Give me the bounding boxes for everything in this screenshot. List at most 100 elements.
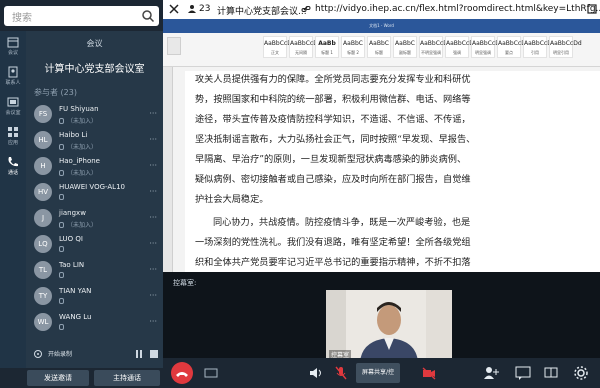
rail-item-rooms[interactable]: 会议室 [0, 93, 26, 121]
participant-status [59, 272, 67, 279]
more-options-icon[interactable]: ··· [149, 317, 157, 326]
mic-muted-icon [59, 222, 64, 228]
video-tile[interactable]: 控幕室 [326, 290, 452, 362]
close-icon[interactable] [169, 4, 179, 14]
room-name: 计算中心党支部会议室 [44, 64, 145, 75]
more-options-icon[interactable]: ··· [149, 239, 157, 248]
rail-item-apps[interactable]: 应用 [0, 123, 26, 151]
send-invite-button[interactable]: 发送邀请 [27, 370, 89, 386]
participant-row[interactable]: TY TIAN YAN ··· [26, 285, 163, 311]
avatar: FS [34, 105, 52, 123]
participant-count: 参与者 (23) [34, 88, 77, 97]
rail-item-meetings[interactable]: 会议 [0, 33, 26, 61]
word-ribbon: AaBbCcDd 正文 AaBbCcDd 无间隔 AaBb 标题 1 AaBbC 标题 … [163, 33, 600, 67]
url-label: http://vidyo.ihep.ac.cn/flex.html?roomdi… [315, 4, 600, 14]
host-call-button[interactable]: 主持通话 [94, 370, 160, 386]
mic-muted-icon [59, 170, 64, 176]
stop-icon[interactable] [150, 350, 158, 358]
video-area: 控幕室: 控幕室 [163, 272, 600, 362]
participant-status: （未加入） [59, 220, 97, 229]
document-page[interactable]: 攻关人员提供强有力的保障。全所党员同志要充分发挥专业和科研优 势，按照国家和中科… [185, 71, 600, 272]
participant-status: （未加入） [59, 168, 97, 177]
vertical-ruler [163, 67, 173, 272]
more-options-icon[interactable]: ··· [149, 109, 157, 118]
participant-row[interactable]: H Hao_iPhone （未加入） ··· [26, 155, 163, 181]
participant-row[interactable]: WL WANG Lu ··· [26, 311, 163, 337]
doc-line: 势，按照国家和中科院的统一部署，积极利用微信群、电话、网络等 [195, 94, 471, 105]
more-options-icon[interactable]: ··· [149, 291, 157, 300]
style-heading-1[interactable]: AaBb 标题 1 [315, 36, 339, 58]
more-options-icon[interactable]: ··· [149, 265, 157, 274]
style-no-spacing[interactable]: AaBbCcDd 无间隔 [289, 36, 322, 58]
more-options-icon[interactable]: ··· [149, 213, 157, 222]
style-quote[interactable]: AaBbCcDd 引用 [523, 36, 556, 58]
participant-row[interactable]: TL Tao LIN ··· [26, 259, 163, 285]
rail-label: 应用 [7, 140, 18, 146]
hang-up-icon [176, 372, 188, 377]
rail-label: 联系人 [5, 80, 21, 86]
link-icon [301, 6, 311, 12]
participant-status [59, 246, 67, 253]
title-bar: 23 计算中心党支部会议... http://vidyo.ihep.ac.cn/… [163, 0, 600, 19]
style-subtitle[interactable]: AaBbC 副标题 [393, 36, 417, 58]
record-icon[interactable] [34, 350, 42, 358]
participant-row[interactable]: FS FU Shiyuan （未加入） ··· [26, 103, 163, 129]
doc-line: 坚决抵制谣言散布，大力弘扬社会正气，同时按照“早发现、早报告、 [195, 134, 476, 145]
more-options-icon[interactable]: ··· [149, 161, 157, 170]
window-title: 计算中心党支部会议... [217, 7, 307, 17]
search-icon[interactable] [141, 9, 155, 23]
participant-panel: 会议 计算中心党支部会议室 参与者 (23) FS FU Shiyuan （未加… [26, 31, 163, 368]
participant-row[interactable]: HL Haibo Li （未加入） ··· [26, 129, 163, 155]
style-heading-2[interactable]: AaBbC 标题 2 [341, 36, 365, 58]
shared-word-document: 文档1 - Word AaBbCcDd 正文 AaBbCcDd 无间隔 AaBb 标题… [163, 19, 600, 272]
doc-line: 护社会大局稳定。 [195, 194, 269, 205]
style-intense-quote[interactable]: AaBbCcDd 明显引用 [549, 36, 582, 58]
participant-row[interactable]: HV HUAWEI VOG-AL10 ··· [26, 181, 163, 207]
style-normal[interactable]: AaBbCcDd 正文 [263, 36, 296, 58]
pause-icon[interactable] [136, 350, 142, 358]
maximize-icon[interactable] [587, 4, 597, 14]
rail-item-contacts[interactable]: 联系人 [0, 63, 26, 91]
participant-name: TIAN YAN [59, 287, 92, 295]
paste-icon[interactable] [167, 37, 181, 55]
participant-count-badge: 23 [199, 4, 211, 14]
apps-icon [8, 127, 18, 137]
mic-muted-icon[interactable] [333, 365, 349, 381]
start-recording-label[interactable]: 开始录制 [48, 349, 72, 358]
rectangle-icon[interactable] [203, 365, 219, 381]
avatar: HV [34, 183, 52, 201]
doc-line: 攻关人员提供强有力的保障。全所党员同志要充分发挥专业和科研优 [195, 74, 471, 85]
settings-icon[interactable] [573, 365, 589, 381]
camera-muted-icon[interactable] [421, 365, 437, 381]
participants-icon[interactable] [187, 4, 197, 14]
style-strong[interactable]: AaBbCcDd 要点 [497, 36, 530, 58]
doc-line: 早隔离、早治疗”的原则，一旦发现新型冠状病毒感染的肺炎病例、 [195, 154, 467, 165]
mic-muted-icon [59, 272, 64, 278]
more-options-icon[interactable]: ··· [149, 187, 157, 196]
screen-share-button[interactable]: 屏幕共享/控 [356, 363, 400, 383]
contacts-icon [8, 66, 18, 78]
style-title[interactable]: AaBbC 标题 [367, 36, 391, 58]
rail-item-calls[interactable]: 通话 [0, 153, 26, 181]
add-participant-icon[interactable] [483, 365, 499, 381]
participant-status [59, 298, 67, 305]
participant-row[interactable]: J jiangxw （未加入） ··· [26, 207, 163, 233]
avatar: H [34, 157, 52, 175]
participant-name: HUAWEI VOG-AL10 [59, 183, 125, 191]
style-subtle-emphasis[interactable]: AaBbCcDd 不明显强调 [419, 36, 452, 58]
avatar: HL [34, 131, 52, 149]
call-controls: 屏幕共享/控 [163, 358, 600, 388]
layout-icon[interactable] [543, 365, 559, 381]
chat-icon[interactable] [515, 365, 531, 381]
style-emphasis[interactable]: AaBbCcDd 强调 [445, 36, 478, 58]
search-input[interactable]: 搜索 [4, 6, 159, 26]
participant-row[interactable]: LQ LUO QI ··· [26, 233, 163, 259]
more-options-icon[interactable]: ··· [149, 135, 157, 144]
hang-up-button[interactable] [171, 362, 193, 384]
rail-label: 通话 [7, 170, 18, 176]
speaker-icon[interactable] [308, 365, 324, 381]
style-intense-emphasis[interactable]: AaBbCcDd 明显强调 [471, 36, 504, 58]
mic-muted-icon [59, 246, 64, 252]
avatar: J [34, 209, 52, 227]
doc-line: 疑似病例、密切接触者或自己感染，应及时向所在部门报告，自觉维 [195, 174, 471, 185]
